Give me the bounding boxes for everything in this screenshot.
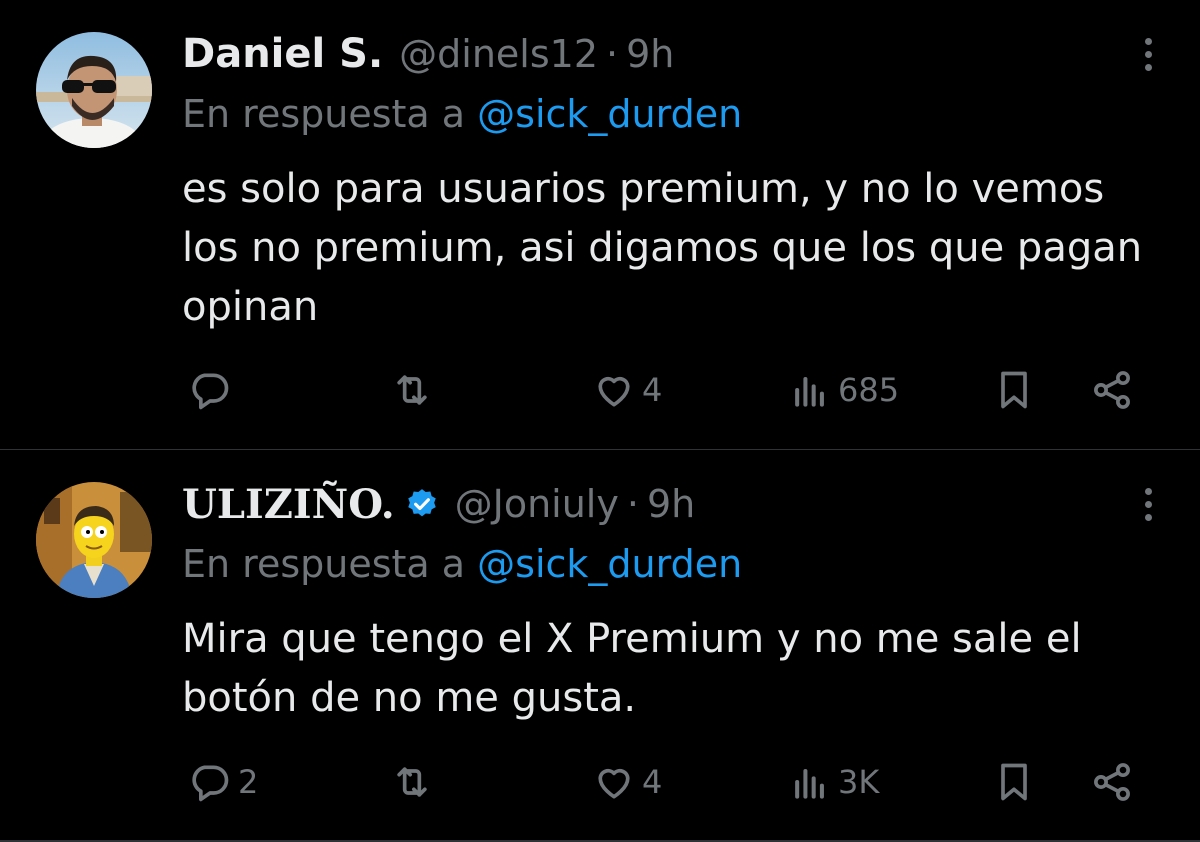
retweet-button[interactable]: [390, 360, 440, 420]
like-button[interactable]: 4: [592, 752, 662, 812]
reply-button[interactable]: 2: [188, 752, 258, 812]
like-button[interactable]: 4: [592, 360, 662, 420]
replying-to: En respuesta a @sick_durden: [182, 542, 742, 586]
like-icon: [598, 376, 630, 407]
display-name[interactable]: ULIZIÑO.: [182, 481, 395, 528]
avatar[interactable]: [36, 32, 152, 148]
views-button[interactable]: 3K: [788, 752, 879, 812]
share-icon: [1094, 763, 1130, 801]
tweet[interactable]: ULIZIÑO. @Joniuly · 9h En respuesta a @s…: [0, 450, 1200, 842]
views-count: 3K: [838, 763, 880, 801]
views-icon: [795, 376, 824, 407]
share-icon: [1094, 371, 1130, 409]
tweet-header: Daniel S. @dinels12 · 9h: [182, 24, 674, 84]
views-count: 685: [838, 371, 900, 409]
views-button[interactable]: 685: [788, 360, 899, 420]
replying-prefix: En respuesta a: [182, 92, 466, 136]
mention-link[interactable]: @sick_durden: [477, 542, 742, 586]
reply-count: 2: [238, 763, 259, 801]
share-button[interactable]: [1090, 752, 1134, 812]
mention-link[interactable]: @sick_durden: [477, 92, 742, 136]
verified-badge-icon: [407, 489, 436, 517]
user-handle[interactable]: @dinels12: [399, 32, 598, 76]
timestamp[interactable]: 9h: [626, 32, 674, 76]
bookmark-button[interactable]: [992, 360, 1036, 420]
reply-icon: [192, 373, 229, 410]
more-icon[interactable]: [1142, 488, 1154, 524]
action-bar: 2 4 3K: [0, 752, 1200, 812]
tweet-header: ULIZIÑO. @Joniuly · 9h: [182, 474, 695, 534]
user-handle[interactable]: @Joniuly: [455, 482, 619, 526]
separator: ·: [606, 32, 619, 76]
bookmark-icon: [1001, 371, 1027, 409]
action-bar: 4 685: [0, 360, 1200, 420]
share-button[interactable]: [1090, 360, 1134, 420]
bookmark-icon: [1001, 763, 1027, 801]
tweet-text: es solo para usuarios premium, y no lo v…: [182, 166, 1143, 330]
reply-button[interactable]: [188, 360, 238, 420]
views-icon: [795, 768, 824, 799]
like-count: 4: [642, 371, 663, 409]
separator: ·: [626, 482, 639, 526]
retweet-icon: [397, 767, 427, 797]
reply-icon: [192, 765, 229, 802]
display-name[interactable]: Daniel S.: [182, 31, 383, 77]
retweet-icon: [397, 375, 427, 405]
avatar[interactable]: [36, 482, 152, 598]
bookmark-button[interactable]: [992, 752, 1036, 812]
replying-prefix: En respuesta a: [182, 542, 466, 586]
replying-to: En respuesta a @sick_durden: [182, 92, 742, 136]
more-icon[interactable]: [1142, 38, 1154, 74]
tweet-text: Mira que tengo el X Premium y no me sale…: [182, 616, 1082, 721]
tweet[interactable]: Daniel S. @dinels12 · 9h En respuesta a …: [0, 0, 1200, 449]
timestamp[interactable]: 9h: [647, 482, 695, 526]
like-count: 4: [642, 763, 663, 801]
retweet-button[interactable]: [390, 752, 440, 812]
like-icon: [598, 768, 630, 799]
